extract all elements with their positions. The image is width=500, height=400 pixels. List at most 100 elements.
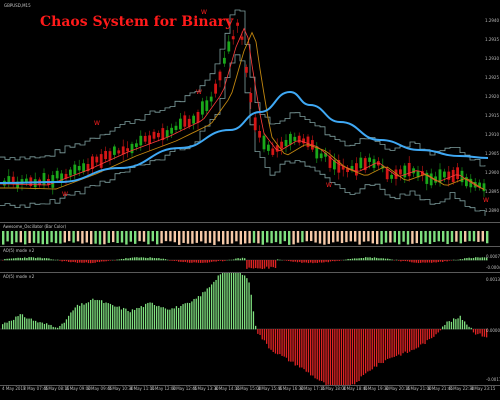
bar-color-bar bbox=[186, 231, 190, 244]
small-osc-bar bbox=[288, 260, 290, 261]
small-osc-bar bbox=[272, 260, 274, 268]
small-osc-bar bbox=[378, 258, 380, 261]
bar-color-bar bbox=[468, 231, 471, 242]
large-osc-bar bbox=[468, 326, 470, 330]
large-osc-bar bbox=[195, 298, 197, 330]
small-osc-pane[interactable]: AO(5) mode ×2 0.0007 -0.0004 bbox=[0, 247, 500, 272]
bull-candle bbox=[289, 133, 292, 145]
bar-color-bar bbox=[50, 231, 53, 243]
bar-color-bar bbox=[371, 231, 374, 244]
small-osc-bar bbox=[235, 258, 237, 261]
large-osc-bar bbox=[136, 307, 138, 330]
large-osc-bar bbox=[384, 329, 387, 361]
large-osc-bar bbox=[413, 329, 415, 350]
small-osc-bar bbox=[182, 260, 184, 263]
small-osc-bar bbox=[120, 258, 123, 261]
small-osc-bar bbox=[195, 260, 197, 263]
price-chart-canvas[interactable]: WWWWWW bbox=[0, 0, 500, 222]
main-price-pane[interactable]: WWWWWW GBPUSD,M15 Chaos System for Binar… bbox=[0, 0, 500, 222]
large-osc-bar bbox=[367, 329, 369, 372]
small-osc-bar bbox=[125, 258, 127, 261]
small-osc-bar bbox=[140, 257, 142, 261]
small-osc-bar bbox=[217, 260, 219, 261]
fractal-marker: W bbox=[62, 191, 68, 198]
large-osc-bar bbox=[98, 300, 101, 330]
large-osc-bar bbox=[299, 329, 301, 368]
small-osc-bar bbox=[142, 257, 145, 261]
small-osc-bar bbox=[411, 260, 413, 263]
small-osc-bar bbox=[63, 260, 65, 262]
large-osc-bar bbox=[318, 329, 321, 381]
bar-color-bar bbox=[450, 231, 454, 242]
bar-color-bar bbox=[156, 231, 159, 245]
small-osc-bar bbox=[186, 260, 189, 263]
bull-candle bbox=[205, 100, 209, 111]
large-osc-bar bbox=[296, 329, 299, 366]
small-osc-bar bbox=[4, 258, 6, 261]
bear-candle bbox=[148, 135, 151, 144]
bear-candle bbox=[99, 154, 103, 168]
large-osc-bar bbox=[472, 329, 475, 333]
large-osc-bar bbox=[312, 329, 314, 376]
small-osc-bar bbox=[202, 260, 204, 263]
small-osc-bar bbox=[336, 260, 338, 261]
bear-candle bbox=[240, 36, 244, 40]
large-osc-bar bbox=[371, 329, 373, 370]
bar-color-bar bbox=[142, 231, 146, 242]
bar-color-bar bbox=[46, 231, 49, 245]
large-osc-bar bbox=[2, 324, 4, 330]
small-osc-bar bbox=[382, 258, 384, 261]
large-osc-bar bbox=[226, 273, 228, 330]
small-osc-bar bbox=[479, 257, 481, 261]
large-osc-bar bbox=[140, 306, 142, 330]
bull-candle bbox=[77, 165, 81, 171]
small-osc-bar bbox=[468, 257, 470, 261]
bull-candle bbox=[179, 118, 182, 130]
small-osc-bar bbox=[129, 257, 131, 261]
small-osc-bar bbox=[290, 260, 292, 262]
small-osc-bar bbox=[239, 258, 241, 261]
small-osc-bar bbox=[329, 260, 332, 262]
large-osc-bar bbox=[28, 318, 30, 330]
small-osc-bar bbox=[48, 258, 50, 261]
large-osc-bar bbox=[316, 329, 318, 380]
large-osc-bar bbox=[138, 307, 140, 330]
bull-candle bbox=[130, 143, 134, 154]
small-osc-bar bbox=[248, 260, 250, 268]
bear-candle bbox=[143, 135, 147, 142]
bull-candle bbox=[165, 130, 169, 138]
large-osc-bar bbox=[83, 304, 85, 330]
large-osc-bar bbox=[237, 273, 239, 330]
bear-candle bbox=[253, 117, 257, 131]
bull-candle bbox=[223, 57, 226, 64]
small-osc-bar bbox=[10, 258, 13, 261]
small-osc-bar bbox=[327, 260, 329, 263]
large-osc-bar bbox=[305, 329, 307, 372]
bull-candle bbox=[201, 101, 204, 115]
bar-color-bar bbox=[477, 231, 480, 242]
large-osc-bar bbox=[290, 329, 292, 362]
bar-color-pane[interactable]: Awesome_Oscillator (Bar Color) bbox=[0, 223, 500, 246]
osc-scale-1-bottom: -0.0004 bbox=[486, 265, 500, 270]
small-osc-bar bbox=[446, 260, 448, 262]
large-osc-bar bbox=[59, 325, 61, 330]
bear-candle bbox=[121, 146, 125, 155]
small-osc-bar bbox=[28, 257, 30, 261]
bar-color-bar bbox=[367, 231, 370, 242]
bar-color-bar bbox=[389, 231, 392, 243]
large-osc-pane[interactable]: AO(5) mode ×2 0.0013 0.0000 -0.0011 bbox=[0, 273, 500, 385]
small-osc-bar bbox=[314, 260, 316, 263]
large-osc-bar bbox=[173, 308, 175, 330]
small-osc-bar bbox=[26, 257, 28, 261]
bar-color-bar bbox=[358, 231, 361, 245]
small-osc-bar bbox=[316, 260, 318, 263]
large-osc-bar bbox=[453, 318, 455, 330]
bull-candle bbox=[319, 153, 323, 159]
large-osc-bar bbox=[125, 308, 127, 330]
small-osc-bar bbox=[92, 260, 94, 263]
small-osc-bar bbox=[101, 260, 103, 262]
large-osc-bar bbox=[175, 306, 178, 330]
bar-color-bar bbox=[147, 231, 150, 245]
bar-color-bar bbox=[41, 231, 44, 245]
large-osc-bar bbox=[360, 329, 362, 377]
